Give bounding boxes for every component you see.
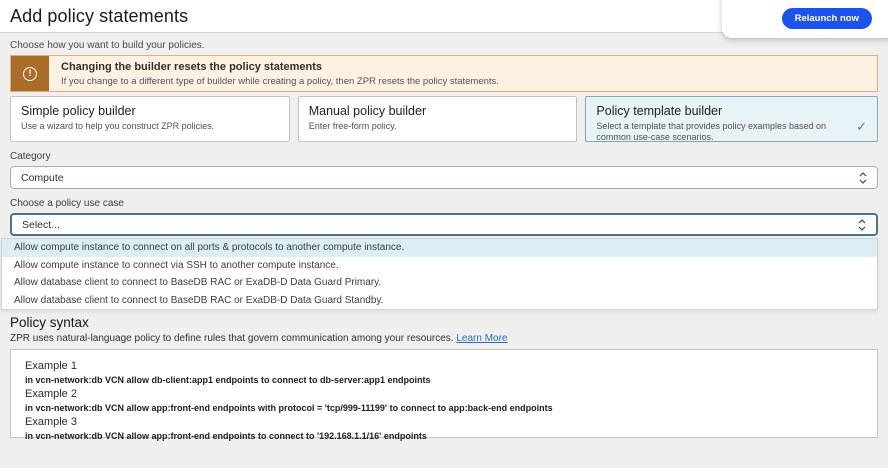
- category-select[interactable]: Compute: [10, 166, 878, 189]
- example-label: Example 2: [25, 388, 863, 400]
- builder-cards-row: Simple policy builder Use a wizard to he…: [10, 96, 878, 142]
- policy-syntax-description-text: ZPR uses natural-language policy to defi…: [10, 333, 454, 344]
- learn-more-link[interactable]: Learn More: [456, 333, 507, 344]
- select-spinner-icon: [859, 171, 867, 184]
- page-header: Add policy statements Relaunch now: [0, 0, 888, 33]
- use-case-option[interactable]: Allow database client to connect to Base…: [2, 274, 877, 292]
- card-title: Policy template builder: [596, 104, 867, 118]
- relaunch-now-button[interactable]: Relaunch now: [782, 8, 872, 29]
- example-statement: in vcn-network:db VCN allow app:front-en…: [25, 403, 863, 413]
- card-title: Simple policy builder: [21, 104, 279, 118]
- category-label: Category: [10, 151, 878, 163]
- example-statement: in vcn-network:db VCN allow app:front-en…: [25, 431, 863, 441]
- builder-choice-subtitle: Choose how you want to build your polici…: [10, 40, 878, 52]
- relaunch-popup: Relaunch now: [722, 0, 888, 38]
- select-spinner-icon: [858, 218, 866, 231]
- exclamation-circle-icon: !: [23, 67, 37, 81]
- example-label: Example 1: [25, 360, 863, 372]
- warning-banner: ! Changing the builder resets the policy…: [10, 55, 878, 92]
- example-statement: in vcn-network:db VCN allow db-client:ap…: [25, 375, 863, 385]
- example-label: Example 3: [25, 416, 863, 428]
- warning-text: Changing the builder resets the policy s…: [49, 56, 511, 91]
- card-title: Manual policy builder: [309, 104, 567, 118]
- use-case-options-panel: Allow compute instance to connect on all…: [1, 238, 878, 310]
- policy-syntax-heading: Policy syntax: [10, 315, 878, 330]
- warning-body: If you change to a different type of bui…: [61, 76, 499, 87]
- main-content: Choose how you want to build your polici…: [0, 40, 888, 438]
- use-case-option[interactable]: Allow compute instance to connect on all…: [2, 239, 877, 257]
- use-case-option[interactable]: Allow database client to connect to Base…: [2, 292, 877, 310]
- use-case-select[interactable]: Select...: [10, 213, 878, 236]
- card-simple-policy-builder[interactable]: Simple policy builder Use a wizard to he…: [10, 96, 290, 142]
- card-description: Select a template that provides policy e…: [596, 121, 867, 144]
- card-policy-template-builder[interactable]: Policy template builder Select a templat…: [585, 96, 878, 142]
- policy-syntax-description: ZPR uses natural-language policy to defi…: [10, 333, 878, 344]
- use-case-label: Choose a policy use case: [10, 198, 878, 210]
- use-case-select-value: Select...: [22, 219, 60, 231]
- use-case-option[interactable]: Allow compute instance to connect via SS…: [2, 257, 877, 275]
- card-manual-policy-builder[interactable]: Manual policy builder Enter free-form po…: [298, 96, 578, 142]
- warning-title: Changing the builder resets the policy s…: [61, 61, 499, 73]
- policy-examples-box: Example 1 in vcn-network:db VCN allow db…: [10, 349, 878, 438]
- category-select-value: Compute: [21, 172, 64, 184]
- card-description: Use a wizard to help you construct ZPR p…: [21, 121, 279, 132]
- card-description: Enter free-form policy.: [309, 121, 567, 132]
- checkmark-icon: ✓: [856, 120, 867, 133]
- warning-icon-block: !: [11, 56, 49, 91]
